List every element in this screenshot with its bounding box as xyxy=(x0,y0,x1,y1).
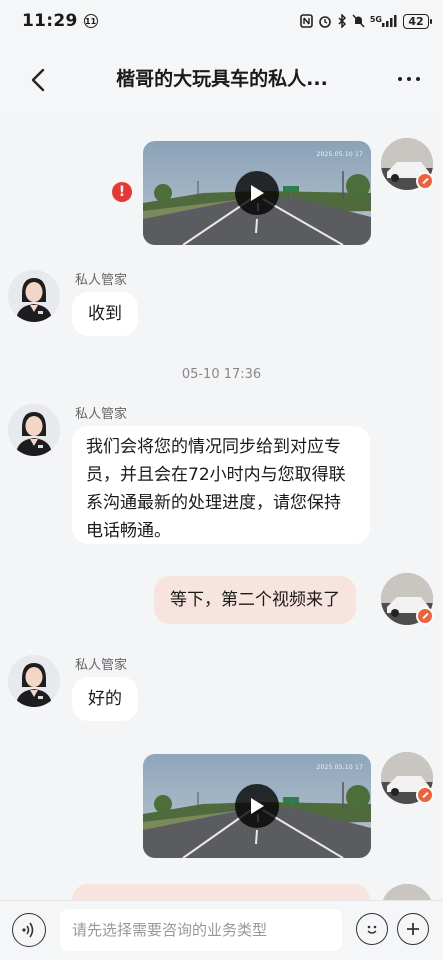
message-input[interactable] xyxy=(60,909,342,951)
user-message-bubble-partial[interactable] xyxy=(72,884,370,900)
message-text: 等下，第二个视频来了 xyxy=(170,590,340,610)
network-type: 5G xyxy=(369,15,382,24)
send-failed-error-icon[interactable]: ! xyxy=(112,182,132,202)
user-avatar[interactable] xyxy=(381,884,433,900)
message-text: 我们会将您的情况同步给到对应专员，并且会在72小时内与您取得联系沟通最新的处理进… xyxy=(86,437,346,541)
status-icons: 5G 42 xyxy=(300,13,432,29)
more-button[interactable] xyxy=(391,64,427,94)
agent-message-bubble[interactable]: 好的 xyxy=(72,677,138,721)
message-text: 好的 xyxy=(88,689,122,709)
alarm-icon xyxy=(318,14,332,28)
agent-avatar[interactable] xyxy=(8,404,60,456)
plus-icon[interactable] xyxy=(397,913,429,945)
agent-message-bubble[interactable]: 我们会将您的情况同步给到对应专员，并且会在72小时内与您取得联系沟通最新的处理进… xyxy=(72,426,370,544)
video-message-2[interactable]: 2025.05.10 17 xyxy=(143,754,371,858)
status-time-group: 11:29 11 xyxy=(22,11,98,31)
chat-title: 楷哥的大玩具车的私人... xyxy=(116,68,328,90)
nav-bar: 楷哥的大玩具车的私人... xyxy=(0,42,443,114)
agent-name: 私人管家 xyxy=(75,407,128,422)
video-timestamp-overlay: 2025.05.10 17 xyxy=(316,764,363,771)
chat-messages[interactable]: ! 2025.05.10 17 私人管家 收到 05-10 17:36 私人管家… xyxy=(0,114,443,900)
message-text: 收到 xyxy=(88,304,122,324)
agent-avatar[interactable] xyxy=(8,270,60,322)
agent-name: 私人管家 xyxy=(75,658,128,673)
bluetooth-icon xyxy=(337,14,347,28)
input-bar xyxy=(0,900,443,960)
status-time: 11:29 xyxy=(22,11,78,31)
user-avatar-badge-icon xyxy=(416,786,434,804)
user-message-bubble[interactable]: 等下，第二个视频来了 xyxy=(154,576,356,624)
mute-bell-icon xyxy=(352,14,365,28)
chevron-left-icon xyxy=(31,68,45,92)
more-dots-icon xyxy=(398,77,402,81)
back-button[interactable] xyxy=(20,62,56,98)
battery-icon: 42 xyxy=(403,13,432,29)
notification-badge-icon: 11 xyxy=(83,14,98,28)
user-avatar-badge-icon xyxy=(416,607,434,625)
emoji-icon[interactable] xyxy=(356,913,388,945)
agent-avatar[interactable] xyxy=(8,655,60,707)
video-timestamp-overlay: 2025.05.10 17 xyxy=(316,151,363,158)
video-message-1[interactable]: 2025.05.10 17 xyxy=(143,141,371,245)
voice-icon[interactable] xyxy=(12,913,46,947)
agent-message-bubble[interactable]: 收到 xyxy=(72,292,138,336)
play-icon[interactable] xyxy=(235,784,279,828)
signal-icon: 5G xyxy=(370,15,398,27)
message-timestamp: 05-10 17:36 xyxy=(181,367,262,382)
play-icon[interactable] xyxy=(235,171,279,215)
agent-name: 私人管家 xyxy=(75,273,128,288)
status-bar: 11:29 11 5G 42 xyxy=(0,0,443,42)
nfc-icon xyxy=(300,14,313,28)
user-avatar-badge-icon xyxy=(416,172,434,190)
